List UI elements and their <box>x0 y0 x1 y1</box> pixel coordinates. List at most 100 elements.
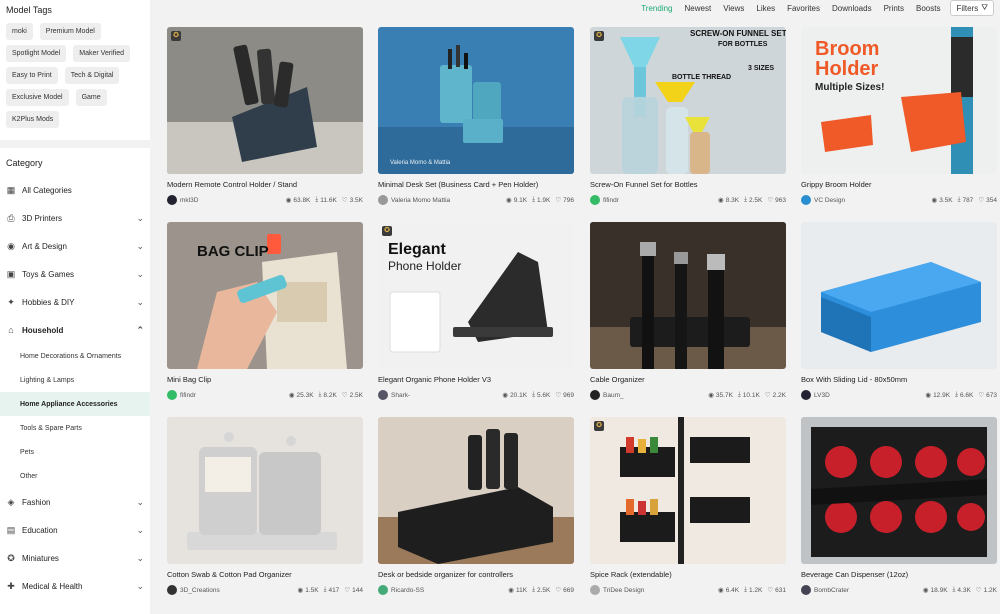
author-name[interactable]: 3D_Creations <box>180 587 298 594</box>
model-thumbnail[interactable] <box>590 222 786 369</box>
author-name[interactable]: Ricardo-SS <box>391 587 508 594</box>
chevron-down-icon[interactable]: ⌄ <box>136 581 144 592</box>
avatar[interactable] <box>378 195 388 205</box>
avatar[interactable] <box>801 585 811 595</box>
author-name[interactable]: TriDee Design <box>603 587 718 594</box>
model-card[interactable]: Valeria Momo & Mattia Minimal Desk Set (… <box>378 27 574 212</box>
author-name[interactable]: fifindr <box>180 392 289 399</box>
author-name[interactable]: VC Design <box>814 197 932 204</box>
model-card[interactable]: ✪ Modern Remote Control Holder / Stand m… <box>167 27 363 212</box>
avatar[interactable] <box>801 390 811 400</box>
author-name[interactable]: Valeria Momo Mattia <box>391 197 506 204</box>
subcategory-home-appliance-accessories[interactable]: Home Appliance Accessories <box>0 392 150 416</box>
model-card[interactable]: Beverage Can Dispenser (12oz) BombCrater… <box>801 417 997 602</box>
model-card[interactable]: ✪ Spice Rack (extendable) TriDee Design … <box>590 417 786 602</box>
chevron-down-icon[interactable]: ⌄ <box>136 497 144 508</box>
avatar[interactable] <box>167 585 177 595</box>
category-miniatures[interactable]: ✪ Miniatures ⌄ <box>0 544 150 572</box>
subcategory-lighting-lamps[interactable]: Lighting & Lamps <box>0 368 150 392</box>
avatar[interactable] <box>801 195 811 205</box>
chevron-down-icon[interactable]: ⌄ <box>136 297 144 308</box>
avatar[interactable] <box>590 585 600 595</box>
model-card[interactable]: Desk or bedside organizer for controller… <box>378 417 574 602</box>
model-card[interactable]: Elegant Phone Holder ✪ Elegant Organic P… <box>378 222 574 407</box>
chevron-down-icon[interactable]: ⌄ <box>136 213 144 224</box>
tag-game[interactable]: Game <box>75 89 107 106</box>
tag-exclusive-model[interactable]: Exclusive Model <box>6 89 69 106</box>
chevron-down-icon[interactable]: ⌄ <box>136 525 144 536</box>
tag-easy-to-print[interactable]: Easy to Print <box>6 67 58 84</box>
model-thumbnail[interactable] <box>801 222 997 369</box>
model-title[interactable]: Cable Organizer <box>590 375 786 384</box>
model-title[interactable]: Mini Bag Clip <box>167 375 363 384</box>
sort-favorites[interactable]: Favorites <box>787 4 820 13</box>
model-thumbnail[interactable]: Elegant Phone Holder ✪ <box>378 222 574 369</box>
sort-likes[interactable]: Likes <box>756 4 775 13</box>
subcategory-pets[interactable]: Pets <box>0 440 150 464</box>
category-all[interactable]: ▦ All Categories <box>0 176 150 204</box>
avatar[interactable] <box>167 390 177 400</box>
tag-premium-model[interactable]: Premium Model <box>39 23 101 40</box>
model-thumbnail[interactable]: SCREW-ON FUNNEL SET FOR BOTTLES BOTTLE T… <box>590 27 786 174</box>
category-education[interactable]: ▤ Education ⌄ <box>0 516 150 544</box>
model-title[interactable]: Grippy Broom Holder <box>801 180 997 189</box>
sort-downloads[interactable]: Downloads <box>832 4 872 13</box>
tag-spotlight-model[interactable]: Spotlight Model <box>6 45 67 62</box>
model-thumbnail[interactable]: ✪ <box>167 27 363 174</box>
subcategory-home-decorations[interactable]: Home Decorations & Ornaments <box>0 344 150 368</box>
author-name[interactable]: fifindr <box>603 197 718 204</box>
category-art-design[interactable]: ◉ Art & Design ⌄ <box>0 232 150 260</box>
category-hobbies-diy[interactable]: ✦ Hobbies & DIY ⌄ <box>0 288 150 316</box>
model-card[interactable]: SCREW-ON FUNNEL SET FOR BOTTLES BOTTLE T… <box>590 27 786 212</box>
sort-views[interactable]: Views <box>723 4 744 13</box>
author-name[interactable]: Baum_ <box>603 392 708 399</box>
chevron-down-icon[interactable]: ⌄ <box>136 269 144 280</box>
sort-trending[interactable]: Trending <box>641 4 672 13</box>
category-household[interactable]: ⌂ Household ⌃ <box>0 316 150 344</box>
model-card[interactable]: Cable Organizer Baum_ ◉ 35.7K ⤓ 10.1K ♡ 2.2… <box>590 222 786 407</box>
model-title[interactable]: Spice Rack (extendable) <box>590 570 786 579</box>
chevron-down-icon[interactable]: ⌄ <box>136 553 144 564</box>
avatar[interactable] <box>590 390 600 400</box>
filters-button[interactable]: Filters ⛛ <box>950 0 994 16</box>
model-title[interactable]: Elegant Organic Phone Holder V3 <box>378 375 574 384</box>
subcategory-tools-spare-parts[interactable]: Tools & Spare Parts <box>0 416 150 440</box>
model-thumbnail[interactable] <box>167 417 363 564</box>
model-title[interactable]: Screw-On Funnel Set for Bottles <box>590 180 786 189</box>
avatar[interactable] <box>378 390 388 400</box>
model-card[interactable]: Cotton Swab & Cotton Pad Organizer 3D_Cr… <box>167 417 363 602</box>
sort-boosts[interactable]: Boosts <box>916 4 940 13</box>
model-title[interactable]: Minimal Desk Set (Business Card + Pen Ho… <box>378 180 574 189</box>
author-name[interactable]: BombCrater <box>814 587 923 594</box>
model-title[interactable]: Beverage Can Dispenser (12oz) <box>801 570 997 579</box>
model-title[interactable]: Box With Sliding Lid - 80x50mm <box>801 375 997 384</box>
category-toys-games[interactable]: ▣ Toys & Games ⌄ <box>0 260 150 288</box>
chevron-down-icon[interactable]: ⌄ <box>136 241 144 252</box>
model-thumbnail[interactable]: BAG CLIP <box>167 222 363 369</box>
tag-moki[interactable]: moki <box>6 23 33 40</box>
sort-prints[interactable]: Prints <box>884 4 904 13</box>
model-title[interactable]: Modern Remote Control Holder / Stand <box>167 180 363 189</box>
category-3d-printers[interactable]: ⎙ 3D Printers ⌄ <box>0 204 150 232</box>
subcategory-other[interactable]: Other <box>0 464 150 488</box>
tag-k2plus-mods[interactable]: K2Plus Mods <box>6 111 60 128</box>
model-thumbnail[interactable]: Valeria Momo & Mattia <box>378 27 574 174</box>
category-medical-health[interactable]: ✚ Medical & Health ⌄ <box>0 572 150 600</box>
author-name[interactable]: LV3D <box>814 392 925 399</box>
model-thumbnail[interactable] <box>378 417 574 564</box>
model-title[interactable]: Desk or bedside organizer for controller… <box>378 570 574 579</box>
model-thumbnail[interactable]: Broom Holder Multiple Sizes! <box>801 27 997 174</box>
author-name[interactable]: mkl3D <box>180 197 286 204</box>
model-card[interactable]: Box With Sliding Lid - 80x50mm LV3D ◉ 12.… <box>801 222 997 407</box>
model-thumbnail[interactable] <box>801 417 997 564</box>
avatar[interactable] <box>590 195 600 205</box>
tag-maker-verified[interactable]: Maker Verified <box>73 45 131 62</box>
author-name[interactable]: Shark- <box>391 392 502 399</box>
model-title[interactable]: Cotton Swab & Cotton Pad Organizer <box>167 570 363 579</box>
tag-tech-digital[interactable]: Tech & Digital <box>64 67 120 84</box>
category-fashion[interactable]: ◈ Fashion ⌄ <box>0 488 150 516</box>
avatar[interactable] <box>378 585 388 595</box>
avatar[interactable] <box>167 195 177 205</box>
sort-newest[interactable]: Newest <box>685 4 712 13</box>
model-thumbnail[interactable]: ✪ <box>590 417 786 564</box>
